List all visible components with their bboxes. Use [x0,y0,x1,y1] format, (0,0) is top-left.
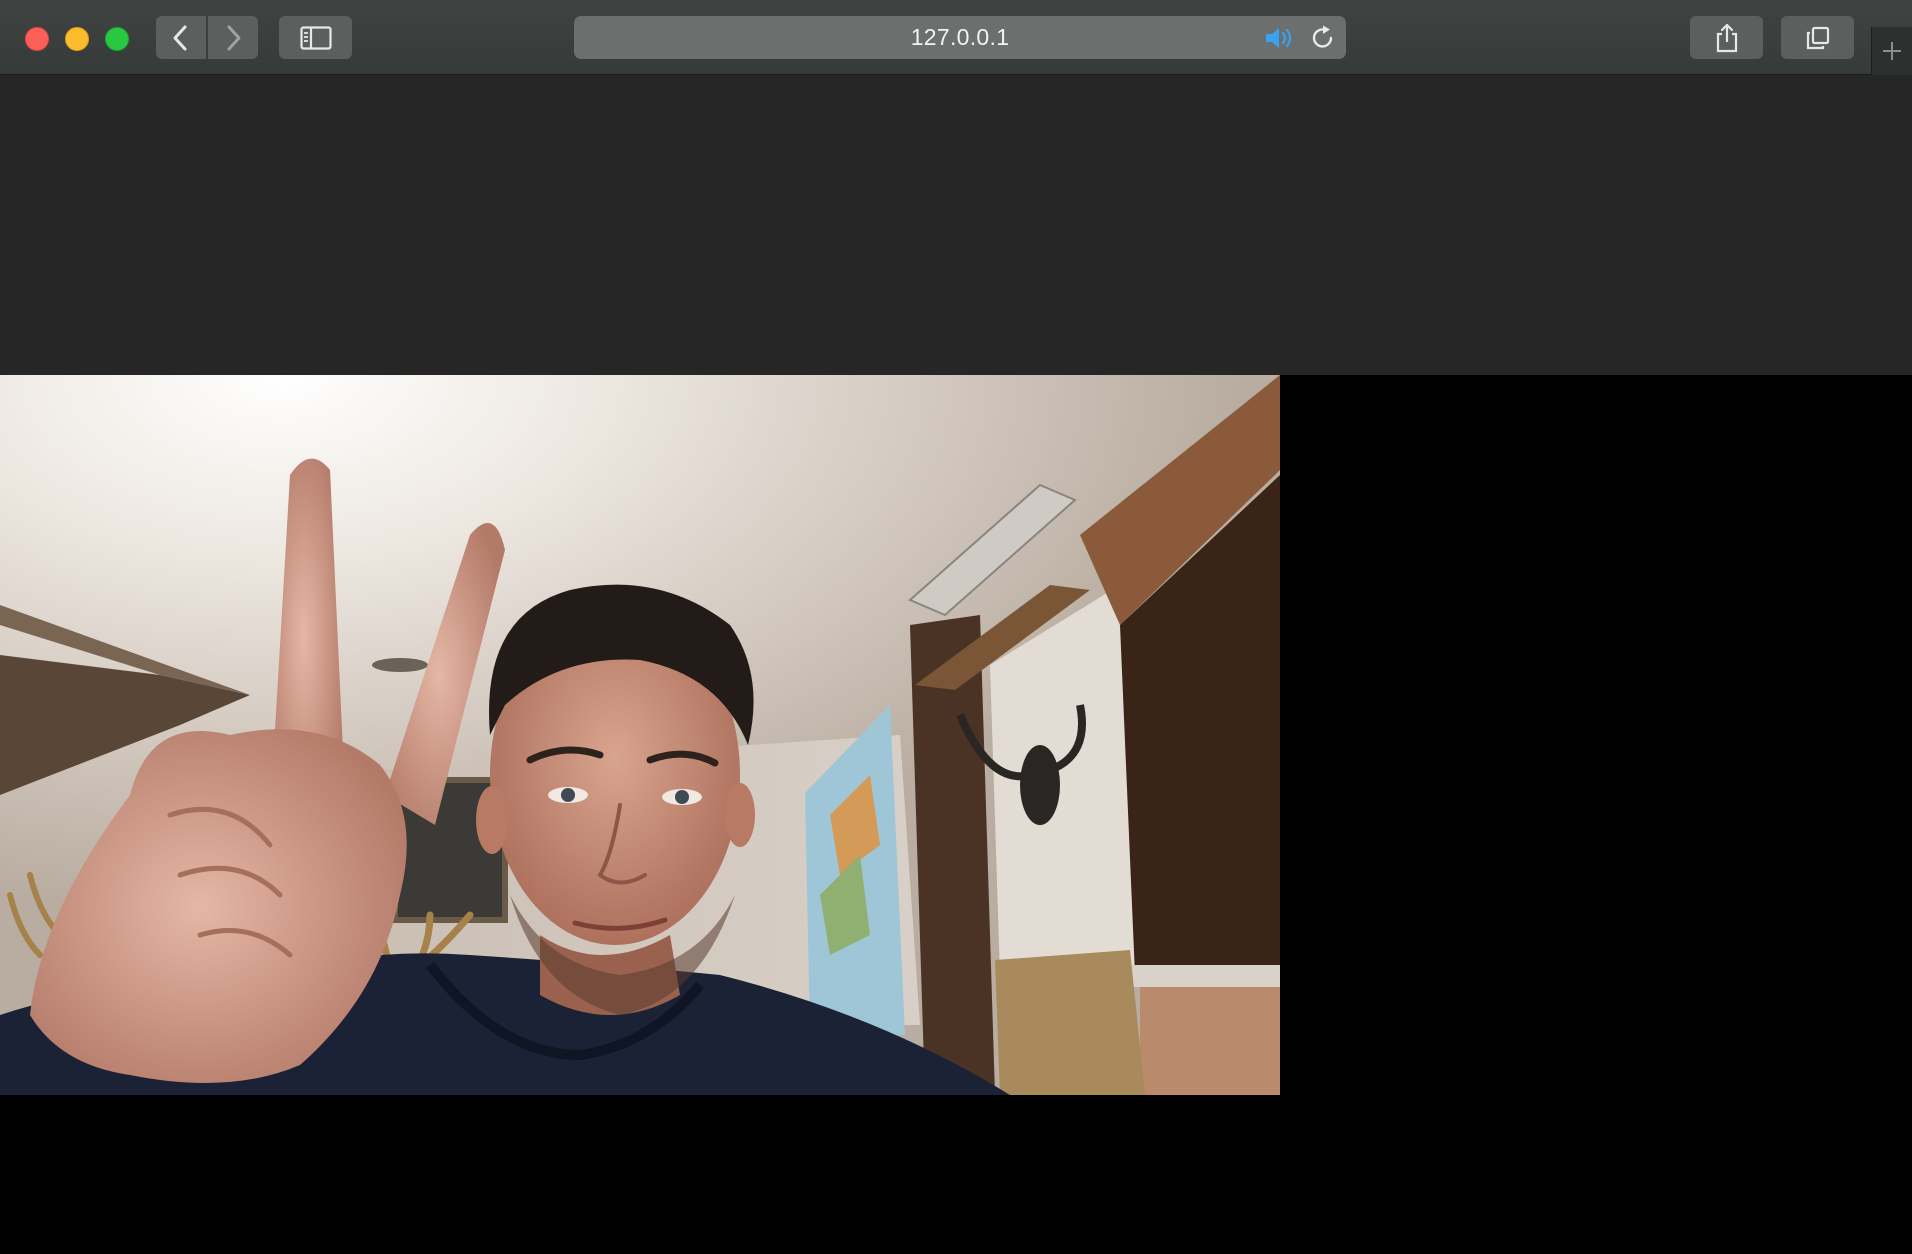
tabs-overview-button[interactable] [1781,16,1854,59]
webcam-video[interactable] [0,375,1280,1095]
zoom-window-button[interactable] [105,27,129,51]
reload-icon[interactable] [1309,24,1337,52]
minimize-window-button[interactable] [65,27,89,51]
webcam-frame-image [0,375,1280,1095]
speaker-icon[interactable] [1264,25,1298,51]
tabs-overview-icon [1806,26,1829,49]
address-bar[interactable]: 127.0.0.1 [574,16,1346,59]
forward-button[interactable] [208,16,258,59]
url-text: 127.0.0.1 [910,24,1010,50]
plus-icon [1883,42,1901,60]
page-content [0,75,1912,1254]
chevron-left-icon [173,25,187,50]
sidebar-icon [299,25,332,50]
share-button[interactable] [1690,16,1763,59]
close-window-button[interactable] [25,27,49,51]
share-icon [1716,23,1737,52]
browser-toolbar: 127.0.0.1 [0,0,1912,75]
new-tab-button[interactable] [1871,27,1912,75]
chevron-right-icon [227,25,241,50]
sidebar-button[interactable] [279,16,352,59]
back-button[interactable] [156,16,206,59]
video-container [0,375,1912,1254]
browser-window: 127.0.0.1 [0,0,1912,1254]
